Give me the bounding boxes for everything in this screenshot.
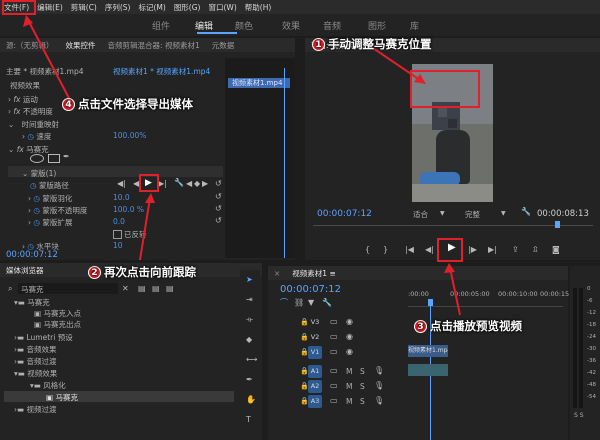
- arrowhead-play: [444, 263, 455, 273]
- arrow-to-track-forward: [139, 197, 151, 261]
- callout-3-number: 3: [414, 320, 427, 333]
- callout-1-number: 1: [312, 38, 325, 51]
- callout-2-number: 2: [88, 266, 101, 279]
- callout-3-text: 点击播放预览视频: [430, 319, 522, 333]
- callout-2-text: 再次点击向前跟踪: [104, 265, 196, 279]
- callout-4-text: 点击文件选择导出媒体: [78, 97, 193, 111]
- arrow-to-file-menu: [27, 19, 71, 101]
- callout-4-number: 4: [62, 98, 75, 111]
- annotation-arrows: [23, 15, 461, 316]
- callout-2: 2 再次点击向前跟踪: [88, 264, 196, 280]
- arrowhead-mosaic: [414, 74, 426, 84]
- callout-1-text: 手动调整马赛克位置: [328, 37, 432, 51]
- callout-3: 3 点击播放预览视频: [414, 318, 522, 334]
- callout-4: 4 点击文件选择导出媒体: [62, 96, 193, 112]
- arrow-to-play: [449, 267, 461, 316]
- callout-1: 1 手动调整马赛克位置: [312, 36, 432, 52]
- arrowhead-track-forward: [145, 193, 155, 203]
